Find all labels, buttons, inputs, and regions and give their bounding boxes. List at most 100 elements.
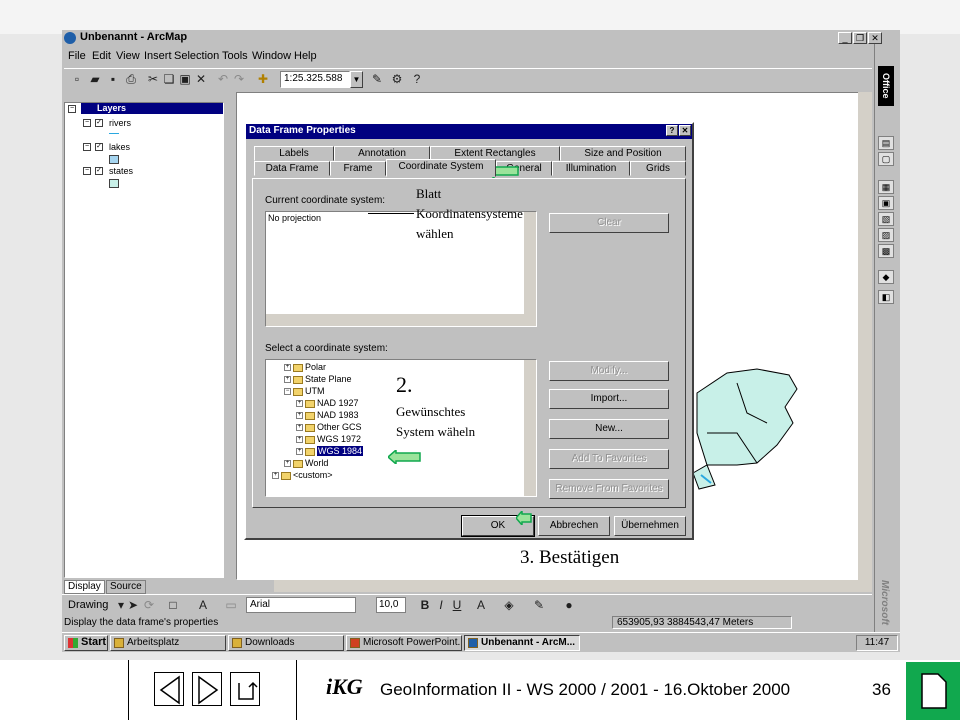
rectangle-icon[interactable]: □: [166, 598, 180, 612]
font-size-select[interactable]: 10,0: [376, 597, 406, 613]
paste-icon[interactable]: ▣: [178, 72, 192, 86]
collapse-icon[interactable]: −: [68, 105, 76, 113]
tab-illumination[interactable]: Illumination: [552, 161, 630, 176]
clear-button[interactable]: Clear: [549, 213, 669, 233]
layer-checkbox[interactable]: ✓: [95, 167, 103, 175]
tab-frame[interactable]: Frame: [330, 161, 386, 176]
layer-lakes[interactable]: lakes: [109, 142, 130, 152]
tree-item[interactable]: − UTM: [284, 386, 325, 396]
tab-data-frame[interactable]: Data Frame: [254, 161, 330, 176]
scrollbar[interactable]: [524, 360, 536, 496]
tree-item-selected[interactable]: + WGS 1984: [296, 446, 364, 456]
office-app-icon[interactable]: ▩: [878, 244, 894, 258]
office-doc-icon[interactable]: ▢: [878, 152, 894, 166]
tree-item[interactable]: + State Plane: [284, 374, 352, 384]
redo-icon[interactable]: ↷: [232, 72, 246, 86]
add-data-icon[interactable]: ✚: [256, 72, 270, 86]
office-app-icon[interactable]: ▨: [878, 228, 894, 242]
cancel-button[interactable]: Abbrechen: [538, 516, 610, 536]
menu-help[interactable]: Help: [294, 50, 317, 62]
remove-from-favorites-button[interactable]: Remove From Favorites: [549, 479, 669, 499]
office-app-icon[interactable]: ◆: [878, 270, 894, 284]
office-folder-icon[interactable]: ▤: [878, 136, 894, 150]
tab-grids[interactable]: Grids: [630, 161, 686, 176]
tab-labels[interactable]: Labels: [254, 146, 334, 161]
expand-icon[interactable]: −: [83, 167, 91, 175]
expand-icon[interactable]: −: [83, 119, 91, 127]
arctoolbox-icon[interactable]: ⚙: [390, 72, 404, 86]
tab-size-and-position[interactable]: Size and Position: [560, 146, 686, 161]
close-button[interactable]: ✕: [868, 32, 882, 44]
start-button[interactable]: Start: [64, 635, 108, 651]
menu-selection[interactable]: Selection: [174, 50, 219, 62]
editor-icon[interactable]: ✎: [370, 72, 384, 86]
font-color-icon[interactable]: A: [474, 598, 488, 612]
map-vertical-scrollbar[interactable]: [858, 92, 872, 580]
task-powerpoint[interactable]: Microsoft PowerPoint...: [346, 635, 462, 651]
tab-coordinate-system[interactable]: Coordinate System: [386, 159, 496, 177]
help-button[interactable]: ?: [666, 125, 678, 136]
bold-icon[interactable]: B: [418, 598, 432, 612]
open-folder-icon[interactable]: ▰: [88, 72, 102, 86]
print-icon[interactable]: ⎙: [124, 72, 138, 86]
map-scale-input[interactable]: 1:25.325.588: [280, 71, 350, 88]
document-icon[interactable]: [906, 662, 960, 720]
underline-icon[interactable]: U: [450, 598, 464, 612]
menu-tools[interactable]: Tools: [222, 50, 248, 62]
tree-item[interactable]: + NAD 1927: [296, 398, 359, 408]
delete-icon[interactable]: ✕: [194, 72, 208, 86]
layer-rivers[interactable]: rivers: [109, 118, 131, 128]
layer-checkbox[interactable]: ✓: [95, 119, 103, 127]
rotate-icon[interactable]: ⟳: [142, 598, 156, 612]
minimize-button[interactable]: _: [838, 32, 852, 44]
map-horizontal-scrollbar[interactable]: [274, 580, 872, 592]
task-arbeitsplatz[interactable]: Arbeitsplatz: [110, 635, 226, 651]
scrollbar[interactable]: [524, 212, 536, 314]
new-document-icon[interactable]: ▫: [70, 72, 84, 86]
tab-source[interactable]: Source: [106, 580, 146, 594]
office-app-icon[interactable]: ▣: [878, 196, 894, 210]
new-button[interactable]: New...: [549, 419, 669, 439]
tree-item[interactable]: + Other GCS: [296, 422, 362, 432]
apply-button[interactable]: Übernehmen: [614, 516, 686, 536]
task-downloads[interactable]: Downloads: [228, 635, 344, 651]
return-button[interactable]: [230, 672, 260, 706]
layer-states[interactable]: states: [109, 166, 133, 176]
cut-icon[interactable]: ✂: [146, 72, 160, 86]
fill-color-icon[interactable]: ◈: [502, 598, 516, 612]
menu-window[interactable]: Window: [252, 50, 291, 62]
tree-item[interactable]: + World: [284, 458, 328, 468]
undo-icon[interactable]: ↶: [216, 72, 230, 86]
select-pointer-icon[interactable]: ➤: [126, 598, 140, 612]
chevron-down-icon[interactable]: ▼: [350, 71, 363, 88]
font-select[interactable]: Arial: [246, 597, 356, 613]
line-color-icon[interactable]: ✎: [532, 598, 546, 612]
menu-edit[interactable]: Edit: [92, 50, 111, 62]
layer-checkbox[interactable]: ✓: [95, 143, 103, 151]
menu-insert[interactable]: Insert: [144, 50, 172, 62]
next-slide-button[interactable]: [192, 672, 222, 706]
scrollbar[interactable]: [266, 314, 536, 326]
add-to-favorites-button[interactable]: Add To Favorites: [549, 449, 669, 469]
callout-icon[interactable]: ▭: [224, 598, 238, 612]
save-icon[interactable]: ▪: [106, 72, 120, 86]
office-app-icon[interactable]: ▦: [878, 180, 894, 194]
task-arcmap[interactable]: Unbenannt - ArcM...: [464, 635, 580, 651]
tree-item[interactable]: + NAD 1983: [296, 410, 359, 420]
previous-slide-button[interactable]: [154, 672, 184, 706]
close-button[interactable]: ✕: [679, 125, 691, 136]
import-button[interactable]: Import...: [549, 389, 669, 409]
italic-icon[interactable]: I: [434, 598, 448, 612]
modify-button[interactable]: Modify...: [549, 361, 669, 381]
office-app-icon[interactable]: ▧: [878, 212, 894, 226]
whats-this-icon[interactable]: ?: [410, 72, 424, 86]
tree-item[interactable]: + <custom>: [272, 470, 333, 480]
copy-icon[interactable]: ❏: [162, 72, 176, 86]
expand-icon[interactable]: −: [83, 143, 91, 151]
drawing-menu[interactable]: Drawing: [68, 599, 108, 611]
marker-color-icon[interactable]: ●: [562, 598, 576, 612]
tab-display[interactable]: Display: [64, 580, 105, 594]
toc-root-layers[interactable]: Layers: [81, 103, 223, 114]
menu-file[interactable]: File: [68, 50, 86, 62]
office-app-icon[interactable]: ◧: [878, 290, 894, 304]
